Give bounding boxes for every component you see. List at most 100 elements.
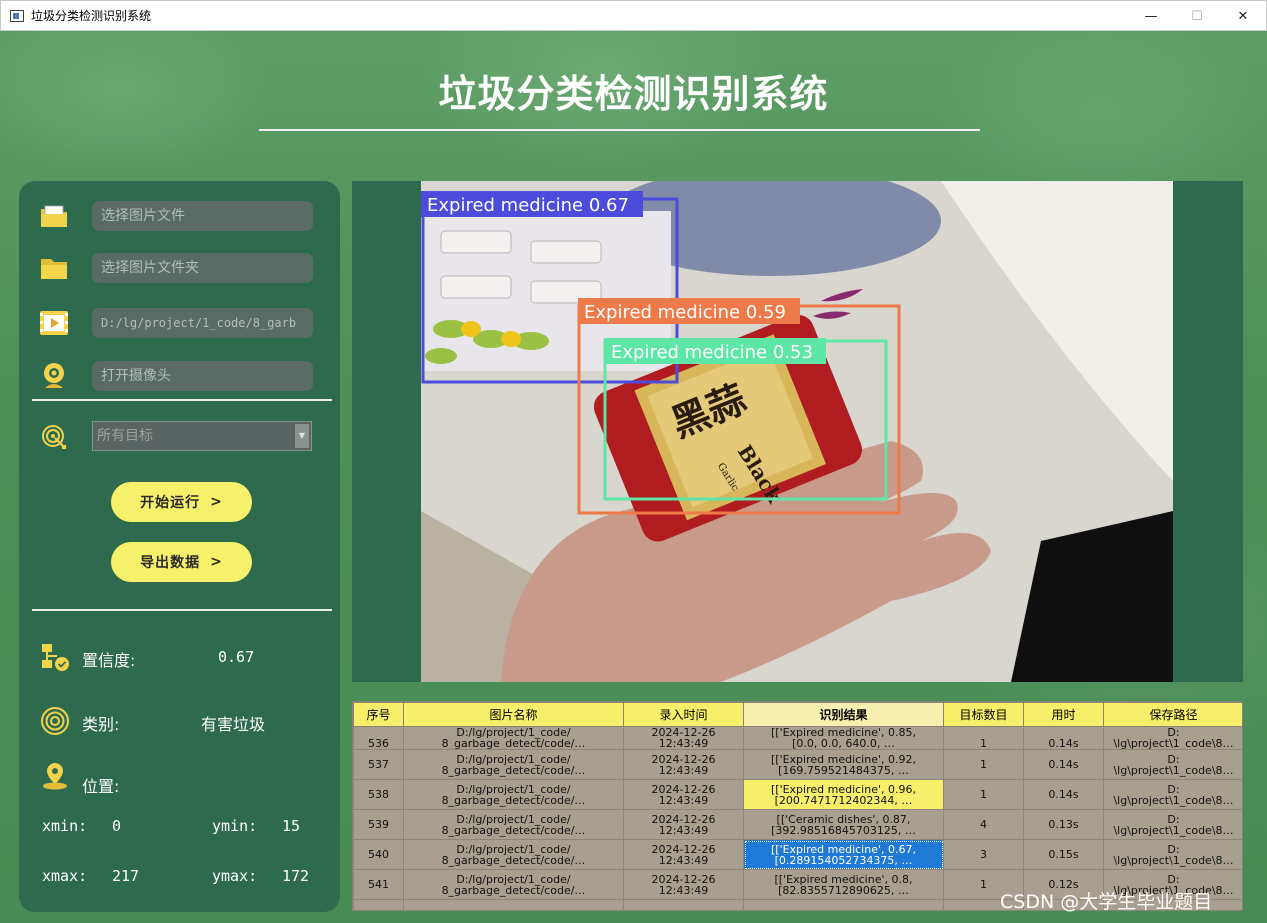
table-header-row: 序号 图片名称 录入时间 识别结果 目标数目 用时 保存路径 (353, 702, 1242, 727)
detection-label: Expired medicine 0.53 (611, 342, 813, 363)
table-cell[interactable]: 541 (353, 869, 404, 900)
table-cell[interactable]: 1 (943, 779, 1024, 810)
table-cell[interactable]: 540 (353, 839, 404, 870)
table-row[interactable]: 537 D:/lg/project/1_code/8_garbage_detect… (353, 749, 1242, 780)
camera-icon[interactable] (39, 361, 69, 391)
table-cell[interactable]: 538 (353, 779, 404, 810)
column-header[interactable]: 图片名称 (403, 702, 624, 727)
camera-input[interactable]: 打开摄像头 (92, 361, 313, 391)
start-button[interactable]: 开始运行 > (111, 482, 252, 522)
video-row: D:/lg/project/1_code/8_garb (19, 308, 340, 338)
export-button[interactable]: 导出数据 > (111, 542, 252, 582)
close-button[interactable]: ✕ (1220, 1, 1266, 31)
cell-text: D: (1167, 782, 1180, 796)
table-cell[interactable]: [['Expired medicine', 0.85, [0.0, 0.0, 64… (743, 726, 944, 750)
cell-text: [['Expired medicine', 0.96, (770, 782, 916, 796)
table-cell[interactable]: 0.13s (1023, 809, 1104, 840)
table-cell[interactable]: 542 (353, 899, 404, 910)
image-file-row: 选择图片文件 (19, 201, 340, 231)
table-cell[interactable]: 539 (353, 809, 404, 840)
table-cell[interactable]: 1 (943, 726, 1024, 750)
table-cell[interactable]: 0.14s (1023, 749, 1104, 780)
table-cell[interactable]: D:/lg/project/1_code/ (403, 899, 624, 910)
cell-text: [['Expired medicine', 0.67, (770, 842, 916, 856)
table-cell[interactable]: D: \lg\project\1_code\8… (1103, 809, 1242, 840)
table-cell[interactable]: [['Expired medicine', 0.92, [169.75952148… (743, 749, 944, 780)
cell-text: 539 (368, 818, 389, 831)
column-header[interactable]: 识别结果 (743, 702, 944, 727)
cell-text: D:/lg/project/1_code/ (405, 909, 623, 910)
table-cell[interactable]: D: \lg\project\1_code\8… (1103, 726, 1242, 750)
table-cell[interactable]: 2024-12-26 12:43:49 (623, 869, 744, 900)
cell-text: 12:43:49 (658, 793, 709, 807)
position-label: 位置: (82, 777, 120, 796)
cell-text: [169.759521484375, … (778, 763, 909, 777)
cell-text: 12:43:49 (658, 737, 709, 750)
image-file-input[interactable]: 选择图片文件 (92, 201, 313, 231)
image-folder-input[interactable]: 选择图片文件夹 (92, 253, 313, 283)
maximize-button[interactable]: ☐ (1174, 1, 1220, 31)
table-cell[interactable]: 537 (353, 749, 404, 780)
column-header[interactable]: 用时 (1023, 702, 1104, 727)
image-file-icon[interactable] (39, 201, 69, 231)
table-row[interactable]: 538 D:/lg/project/1_code/8_garbage_detect… (353, 779, 1242, 810)
table-cell[interactable]: 2024-12-26 12:43:49 (623, 839, 744, 870)
cell-text: \lg\project\1_code\8… (1113, 793, 1234, 807)
table-cell[interactable]: D:/lg/project/1_code/8_garbage_detect/co… (403, 869, 624, 900)
cell-text: 2024-12-26 (651, 842, 716, 856)
column-header[interactable]: 录入时间 (623, 702, 744, 727)
watermark: CSDN @大学生毕业题目 (1000, 891, 1213, 913)
table-cell[interactable]: [['Ceramic dishes', 0.95, (743, 899, 944, 910)
xmin-value: 0 (112, 817, 122, 835)
table-cell[interactable]: [['Expired medicine', 0.96, [200.74717124… (743, 779, 944, 810)
column-header[interactable]: 目标数目 (943, 702, 1024, 727)
class-icon (41, 707, 69, 735)
table-cell[interactable]: 4 (943, 809, 1024, 840)
cell-text: 8_garbage_detect/code/… (441, 737, 586, 750)
window-titlebar: 垃圾分类检测识别系统 — ☐ ✕ (0, 0, 1267, 31)
minimize-button[interactable]: — (1128, 1, 1174, 31)
table-cell[interactable]: 2024-12-26 12:43:49 (623, 749, 744, 780)
table-cell[interactable]: 0.14s (1023, 726, 1104, 750)
table-cell[interactable]: D:/lg/project/1_code/8_garbage_detect/co… (403, 726, 624, 750)
table-cell[interactable]: 2024-12-26 12:43:49 (623, 726, 744, 750)
table-cell[interactable]: 1 (943, 749, 1024, 780)
detection-label: Expired medicine 0.67 (427, 195, 629, 216)
table-cell[interactable]: D: \lg\project\1_code\8… (1103, 779, 1242, 810)
table-row[interactable]: 536 D:/lg/project/1_code/8_garbage_detect… (353, 726, 1242, 750)
table-cell[interactable]: 0.14s (1023, 779, 1104, 810)
cell-text: 1 (980, 788, 987, 801)
table-cell[interactable]: [['Ceramic dishes', 0.87, [392.9851684570… (743, 809, 944, 840)
table-cell[interactable]: D:/lg/project/1_code/8_garbage_detect/co… (403, 809, 624, 840)
cell-text: \lg\project\1_code\8… (1113, 763, 1234, 777)
table-cell[interactable]: D:/lg/project/1_code/8_garbage_detect/co… (403, 839, 624, 870)
video-file-icon[interactable] (39, 308, 69, 338)
results-table[interactable]: 序号 图片名称 录入时间 识别结果 目标数目 用时 保存路径 536 D:/lg/… (352, 701, 1243, 911)
cell-text: [0.0, 0.0, 640.0, … (792, 737, 895, 750)
table-cell[interactable]: D:/lg/project/1_code/8_garbage_detect/co… (403, 779, 624, 810)
table-cell[interactable]: [['Expired medicine', 0.8, [82.8355712890… (743, 869, 944, 900)
cell-text: [392.98516845703125, … (771, 823, 916, 837)
video-path-input[interactable]: D:/lg/project/1_code/8_garb (92, 308, 313, 338)
folder-icon[interactable] (39, 253, 69, 283)
table-cell[interactable]: 0.15s (1023, 839, 1104, 870)
table-cell[interactable]: [['Expired medicine', 0.67, [0.2891540527… (743, 839, 944, 870)
table-cell[interactable]: 2024-12-26 12:43:49 (623, 779, 744, 810)
chevron-down-icon[interactable]: ▼ (295, 424, 309, 448)
target-select-value: 所有目标 (97, 428, 153, 444)
table-cell[interactable]: D: \lg\project\1_code\8… (1103, 749, 1242, 780)
cell-text: 0.15s (1048, 848, 1079, 861)
target-select[interactable]: 所有目标 ▼ (92, 421, 312, 451)
cell-text: 8_garbage_detect/code/… (441, 853, 586, 867)
column-header[interactable]: 序号 (353, 702, 404, 727)
table-cell[interactable]: 2024-12-26 12:43:49 (623, 809, 744, 840)
table-row[interactable]: 540 D:/lg/project/1_code/8_garbage_detect… (353, 839, 1242, 870)
table-cell[interactable]: 536 (353, 726, 404, 750)
table-cell[interactable]: D: \lg\project\1_code\8… (1103, 839, 1242, 870)
cell-text: 12:43:49 (658, 883, 709, 897)
table-cell[interactable]: 3 (943, 839, 1024, 870)
table-row[interactable]: 539 D:/lg/project/1_code/8_garbage_detect… (353, 809, 1242, 840)
table-cell[interactable]: D:/lg/project/1_code/8_garbage_detect/co… (403, 749, 624, 780)
column-header[interactable]: 保存路径 (1103, 702, 1242, 727)
table-cell[interactable]: 2024-12-26 (623, 899, 744, 910)
